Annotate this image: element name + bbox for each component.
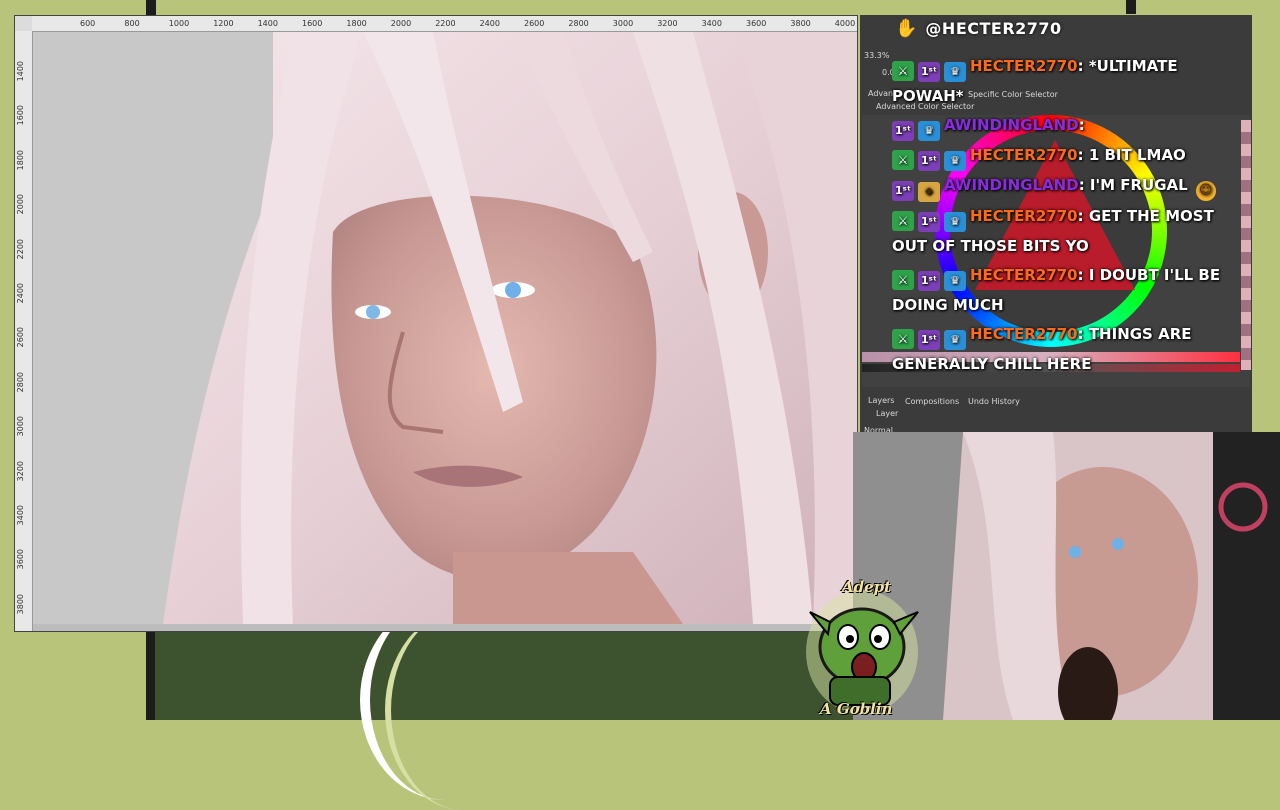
first-badge-icon: 1ˢᵗ [892,181,914,201]
chat-overlay: ⚔ 1ˢᵗ ♛ HECTER2770: *ULTIMATE POWAH* 1ˢᵗ ♛ AWI… [892,52,1240,379]
chat-colon: : [1078,116,1085,134]
chat-username: AWINDINGLAND [944,116,1079,134]
ruler-top-tick: 1800 [346,19,367,28]
frame-bar-right [1126,0,1136,14]
ruler-top-tick: 2400 [479,19,500,28]
sword-icon: ⚔ [892,150,914,170]
goblin-logo: Adept A Goblin [800,572,930,720]
bits-icon: ◆ [918,182,940,202]
horizontal-scrollbar[interactable] [33,624,857,631]
ruler-top-tick: 1000 [168,19,190,28]
canvas-window[interactable]: 600 800 1000 1200 1400 1600 1800 2000 2200 2400 26… [14,15,858,632]
ruler-left-tick: 2000 [16,194,25,215]
chat-username: HECTER2770 [970,207,1078,225]
ruler-left-tick: 3600 [16,549,25,570]
ruler-left-tick: 2400 [16,283,25,304]
frame-bar-top [146,0,1131,14]
chat-username: HECTER2770 [970,266,1078,284]
chat-username: HECTER2770 [970,325,1078,343]
ruler-top-tick: 2200 [435,19,456,28]
ruler-top-tick: 3800 [790,19,811,28]
ruler-left-tick: 1400 [16,61,25,82]
ruler-top-tick: 2000 [390,19,412,28]
chat-username: AWINDINGLAND [944,176,1079,194]
first-badge-icon: 1ˢᵗ [892,121,914,141]
ruler-left-tick: 3000 [16,416,25,437]
first-badge-icon: 1ˢᵗ [918,212,940,232]
clap-icon: ✋ [895,17,918,39]
ruler-top-tick: 800 [124,19,140,28]
chat-message: ⚔ 1ˢᵗ ♛ HECTER2770: *ULTIMATE POWAH* [892,52,1240,111]
chat-colon: : [1077,207,1089,225]
logo-text-bottom: A Goblin [820,700,893,718]
chat-colon: : [1077,146,1089,164]
tab-layers[interactable]: Layers [868,396,894,405]
chat-message: ⚔ 1ˢᵗ ♛ HECTER2770: 1 BIT LMAO [892,141,1240,171]
chat-text: 1 BIT LMAO [1088,146,1186,164]
chat-username: HECTER2770 [970,57,1078,75]
color-swatches[interactable] [1241,120,1251,370]
sword-icon: ⚔ [892,61,914,81]
ruler-top-tick: 4000 [834,19,856,28]
chat-header-user: @HECTER2770 [925,18,1062,38]
frame-bar-top-left [146,0,156,14]
painting-canvas[interactable] [33,32,857,624]
ruler-top-tick: 1400 [257,19,278,28]
chat-message: ⚔ 1ˢᵗ ♛ HECTER2770: GET THE MOST OUT OF THO… [892,202,1240,261]
crown-icon: ♛ [944,212,966,232]
ruler-left-tick: 2200 [16,238,25,259]
chat-colon: : [1077,325,1089,343]
chat-username: HECTER2770 [970,146,1078,164]
bottom-overlay-curve-inner [385,610,541,810]
ruler-top-tick: 1200 [213,19,234,28]
ruler-top-tick: 2600 [524,19,545,28]
crown-icon: ♛ [944,151,966,171]
ruler-top-tick: 600 [80,19,96,28]
chat-text: I'M FRUGAL [1089,176,1188,194]
logo-text-top: Adept [842,578,892,596]
crown-icon: ♛ [944,330,966,350]
crown-icon: ♛ [918,121,940,141]
ruler-top: 600 800 1000 1200 1400 1600 1800 2000 2200 2400 26… [32,16,857,32]
chat-message: ⚔ 1ˢᵗ ♛ HECTER2770: THINGS ARE GENERALLY CH… [892,320,1240,379]
sword-icon: ⚔ [892,270,914,290]
crown-icon: ♛ [944,271,966,291]
portrait-painting [33,32,857,624]
chat-colon: : [1077,57,1089,75]
first-badge-icon: 1ˢᵗ [918,62,940,82]
ruler-left-tick: 2600 [16,327,25,348]
first-badge-icon: 1ˢᵗ [918,151,940,171]
sword-icon: ⚔ [892,211,914,231]
first-badge-icon: 1ˢᵗ [918,271,940,291]
chat-colon: : [1077,266,1089,284]
tab-undo-history[interactable]: Undo History [968,397,1020,406]
first-badge-icon: 1ˢᵗ [918,330,940,350]
ruler-left: 1400 1600 1800 2000 2200 2400 2600 2800 3000 3200… [15,31,33,631]
sword-icon: ⚔ [892,329,914,349]
ruler-left-tick: 3800 [16,593,25,615]
crown-icon: ♛ [944,62,966,82]
ruler-top-tick: 3000 [612,19,634,28]
chat-message: 1ˢᵗ ◆ AWINDINGLAND: I'M FRUGAL ☺ [892,171,1240,202]
layers-panel-title: Layer [876,409,899,418]
ruler-left-tick: 1600 [16,105,25,126]
zoom-level: 33.3% [864,51,890,60]
ruler-top-tick: 3400 [701,19,722,28]
ruler-left-tick: 1800 [16,149,25,171]
ruler-top-tick: 2800 [568,19,589,28]
ruler-left-tick: 3400 [16,505,25,526]
chat-header: ✋ @HECTER2770 [895,14,1062,42]
chat-colon: : [1078,176,1090,194]
ruler-left-tick: 2800 [16,371,25,393]
chat-message: ⚔ 1ˢᵗ ♛ HECTER2770: I DOUBT I'LL BE DOING M… [892,261,1240,320]
ruler-top-tick: 3600 [746,19,767,28]
ruler-top-tick: 3200 [657,19,678,28]
ruler-top-tick: 1600 [302,19,323,28]
laugh-emote: ☺ [1195,181,1216,201]
tab-compositions[interactable]: Compositions [905,397,959,406]
ruler-left-tick: 3200 [16,460,25,481]
chat-message: 1ˢᵗ ♛ AWINDINGLAND: [892,111,1240,141]
